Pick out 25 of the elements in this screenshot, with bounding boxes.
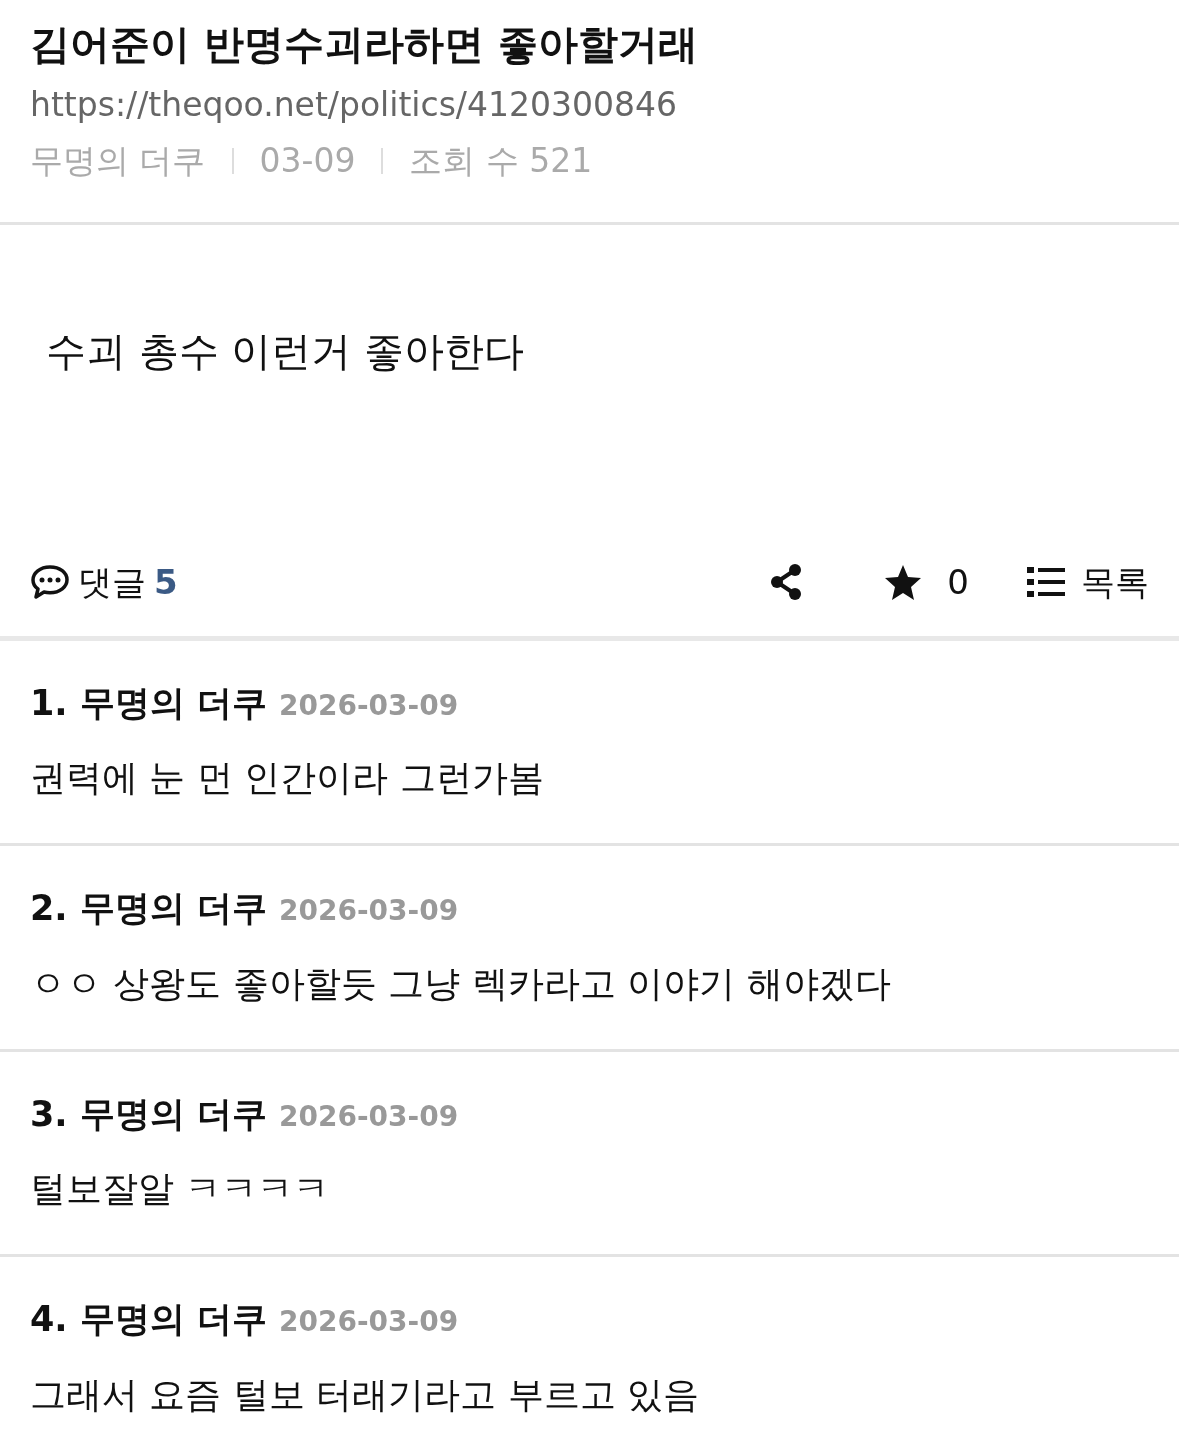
comment-date: 2026-03-09 — [279, 893, 459, 930]
list-icon[interactable] — [1027, 566, 1065, 599]
comment-text: 그래서 요즘 털보 터래기라고 부르고 있음 — [30, 1372, 701, 1417]
favorite-count: 0 — [947, 560, 969, 604]
comment-icon — [30, 564, 70, 601]
share-icon[interactable] — [769, 563, 804, 602]
comment-count: 5 — [154, 560, 178, 604]
comment-text: 권력에 눈 먼 인간이라 그런가봄 — [30, 756, 545, 801]
comment-date: 2026-03-09 — [279, 687, 459, 724]
comment-date: 2026-03-09 — [279, 1098, 459, 1135]
post-body: 수괴 총수 이런거 좋아한다 — [45, 326, 526, 376]
list-label[interactable]: 목록 — [1081, 556, 1149, 608]
post-url: https://theqoo.net/politics/4120300846 — [30, 84, 678, 126]
post-title: 김어준이 반명수괴라하면 좋아할거래 — [30, 20, 699, 69]
comment-text: 털보잘알 ㅋㅋㅋㅋ — [30, 1167, 331, 1212]
comment-date: 2026-03-09 — [279, 1304, 459, 1341]
post-meta-text: 무명의 더쿠 — [30, 140, 206, 183]
comment-author: 3. 무명의 더쿠 — [30, 1092, 268, 1136]
comment-text: ㅇㅇ 상왕도 좋아할듯 그냥 렉카라고 이야기 해야겠다 — [30, 961, 892, 1006]
comment-author: 4. 무명의 더쿠 — [30, 1298, 268, 1342]
comment-author: 2. 무명의 더쿠 — [30, 887, 268, 931]
post-meta-text: 03-09 — [259, 140, 356, 183]
post-meta-text: 조회 수 521 — [409, 140, 593, 183]
comments-label: 댓글 — [78, 560, 146, 604]
comment-author: 1. 무명의 더쿠 — [30, 681, 268, 725]
